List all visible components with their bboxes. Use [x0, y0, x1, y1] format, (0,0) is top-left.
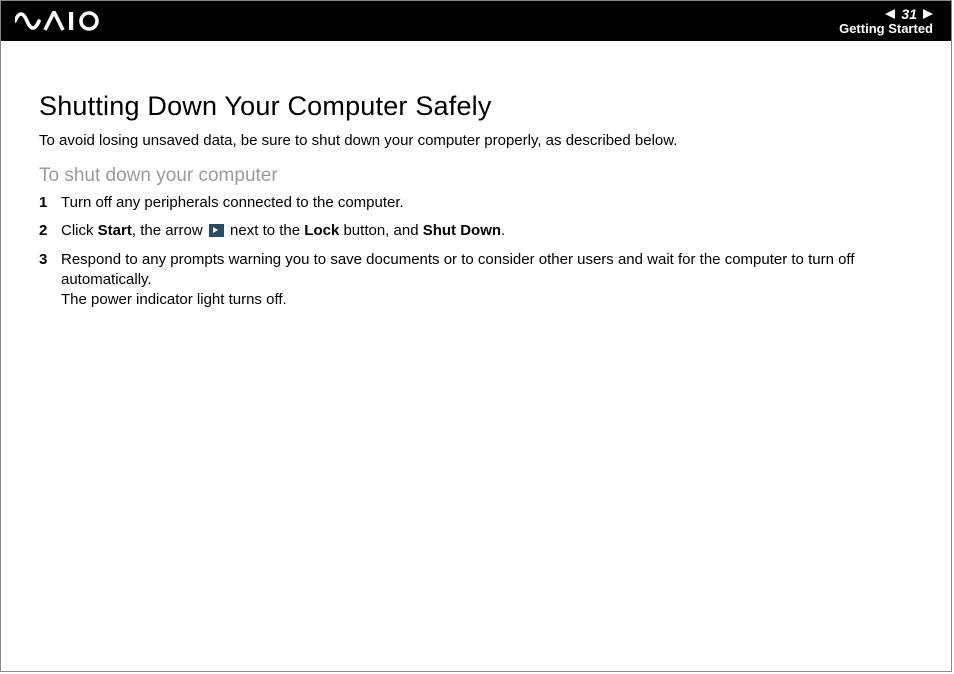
step-text: Respond to any prompts warning you to sa…	[61, 250, 929, 311]
document-page: 31 Getting Started Shutting Down Your Co…	[0, 0, 952, 672]
text: .	[501, 222, 505, 239]
text-line: The power indicator light turns off.	[61, 291, 287, 308]
intro-text: To avoid losing unsaved data, be sure to…	[39, 132, 929, 149]
steps-list: 1 Turn off any peripherals connected to …	[39, 193, 929, 310]
text-line: Respond to any prompts warning you to sa…	[61, 251, 854, 288]
arrow-icon	[209, 224, 224, 237]
text: button, and	[339, 222, 422, 239]
sub-heading: To shut down your computer	[39, 165, 929, 187]
page-title: Shutting Down Your Computer Safely	[39, 91, 929, 122]
header-nav: 31 Getting Started	[839, 7, 933, 35]
step-text: Turn off any peripherals connected to th…	[61, 193, 929, 213]
step-item: 1 Turn off any peripherals connected to …	[39, 193, 929, 213]
step-number: 3	[39, 250, 61, 270]
text: next to the	[226, 222, 304, 239]
step-number: 2	[39, 221, 61, 241]
page-number: 31	[899, 7, 919, 22]
content: Shutting Down Your Computer Safely To av…	[1, 41, 951, 310]
text: Click	[61, 222, 98, 239]
step-text: Click Start, the arrow next to the Lock …	[61, 221, 929, 241]
nav-prev-icon[interactable]	[885, 9, 895, 19]
nav-next-icon[interactable]	[923, 9, 933, 19]
section-name: Getting Started	[839, 22, 933, 36]
step-item: 2 Click Start, the arrow next to the Loc…	[39, 221, 929, 241]
step-number: 1	[39, 193, 61, 213]
bold-shutdown: Shut Down	[423, 222, 501, 239]
text: , the arrow	[132, 222, 207, 239]
page-nav-row: 31	[885, 7, 933, 22]
step-item: 3 Respond to any prompts warning you to …	[39, 250, 929, 311]
bold-start: Start	[98, 222, 132, 239]
vaio-logo	[15, 11, 111, 31]
bold-lock: Lock	[304, 222, 339, 239]
header-bar: 31 Getting Started	[1, 1, 951, 41]
